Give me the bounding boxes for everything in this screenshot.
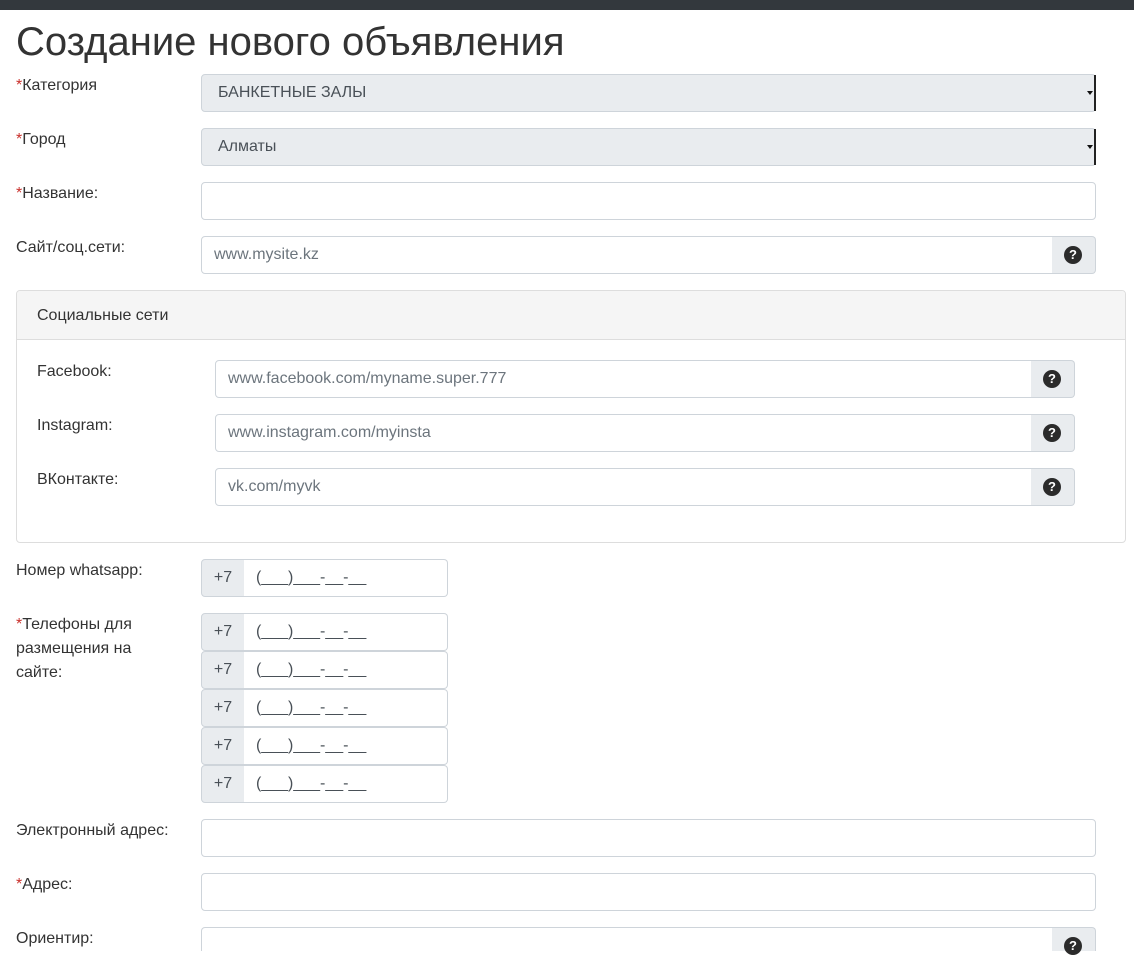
phone-prefix-5: +7 bbox=[201, 765, 245, 803]
phone-prefix-1: +7 bbox=[201, 613, 245, 651]
facebook-input[interactable] bbox=[215, 360, 1032, 398]
facebook-label: Facebook: bbox=[37, 363, 112, 380]
question-circle-icon: ? bbox=[1043, 370, 1061, 388]
whatsapp-prefix: +7 bbox=[201, 559, 245, 597]
name-label: *Название: bbox=[16, 185, 99, 202]
city-label: *Город bbox=[16, 131, 66, 148]
facebook-help-button[interactable]: ? bbox=[1031, 360, 1075, 398]
vk-input[interactable] bbox=[215, 468, 1032, 506]
social-networks-heading: Социальные сети bbox=[17, 291, 1125, 340]
question-circle-icon: ? bbox=[1064, 937, 1082, 955]
whatsapp-label: Номер whatsapp: bbox=[16, 562, 143, 579]
whatsapp-input[interactable] bbox=[244, 559, 448, 597]
vk-label: ВКонтакте: bbox=[37, 471, 119, 488]
name-input[interactable] bbox=[201, 182, 1096, 220]
website-input[interactable] bbox=[201, 236, 1053, 274]
phone-input-5[interactable] bbox=[244, 765, 448, 803]
city-select[interactable]: Алматы bbox=[201, 128, 1096, 166]
page-title: Создание нового объявления bbox=[16, 20, 565, 64]
phones-label: *Телефоны для размещения на сайте: bbox=[16, 616, 132, 681]
email-label: Электронный адрес: bbox=[16, 822, 169, 839]
social-networks-panel: Социальные сети Facebook: ? Instagram: ?… bbox=[16, 290, 1126, 543]
phone-prefix-3: +7 bbox=[201, 689, 245, 727]
category-label: *Категория bbox=[16, 77, 98, 94]
phone-input-3[interactable] bbox=[244, 689, 448, 727]
landmark-label: Ориентир: bbox=[16, 930, 94, 947]
landmark-help-button[interactable]: ? bbox=[1052, 927, 1096, 955]
question-circle-icon: ? bbox=[1064, 246, 1082, 264]
question-circle-icon: ? bbox=[1043, 478, 1061, 496]
phone-input-1[interactable] bbox=[244, 613, 448, 651]
dropdown-arrow-icon bbox=[1086, 129, 1096, 165]
landmark-input[interactable] bbox=[201, 927, 1053, 951]
website-help-button[interactable]: ? bbox=[1052, 236, 1096, 274]
phone-input-4[interactable] bbox=[244, 727, 448, 765]
email-input[interactable] bbox=[201, 819, 1096, 857]
website-label: Сайт/соц.сети: bbox=[16, 239, 126, 256]
address-label: *Адрес: bbox=[16, 876, 73, 893]
instagram-help-button[interactable]: ? bbox=[1031, 414, 1075, 452]
top-navbar bbox=[0, 0, 1134, 10]
dropdown-arrow-icon bbox=[1086, 75, 1096, 111]
category-select[interactable]: БАНКЕТНЫЕ ЗАЛЫ bbox=[201, 74, 1096, 112]
instagram-label: Instagram: bbox=[37, 417, 113, 434]
vk-help-button[interactable]: ? bbox=[1031, 468, 1075, 506]
phone-prefix-2: +7 bbox=[201, 651, 245, 689]
address-input[interactable] bbox=[201, 873, 1096, 911]
phone-prefix-4: +7 bbox=[201, 727, 245, 765]
phone-input-2[interactable] bbox=[244, 651, 448, 689]
instagram-input[interactable] bbox=[215, 414, 1032, 452]
question-circle-icon: ? bbox=[1043, 424, 1061, 442]
